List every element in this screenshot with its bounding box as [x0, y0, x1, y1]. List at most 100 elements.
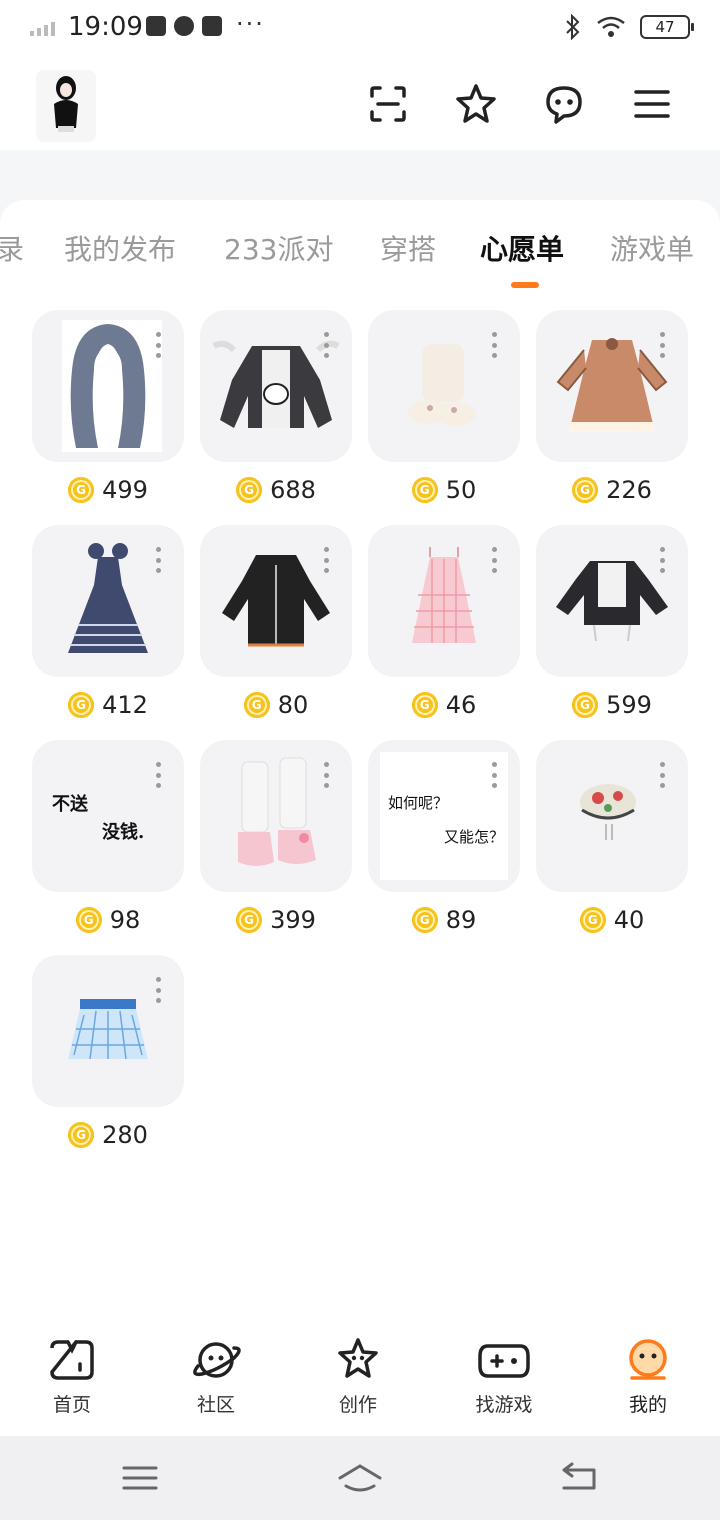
item-thumbnail [200, 525, 352, 677]
profile-face-icon [629, 1339, 667, 1380]
create-star-icon [338, 1338, 378, 1378]
wishlist-item[interactable]: G 599 [536, 525, 688, 721]
coin-icon: G [68, 1122, 95, 1148]
scan-icon[interactable] [364, 80, 412, 128]
nav-community-label: 社区 [196, 1394, 235, 1416]
price-value: 280 [102, 1121, 148, 1149]
sparkle-star-icon[interactable] [452, 80, 500, 128]
price-value: 599 [606, 691, 652, 719]
battery-indicator: 47 [640, 15, 694, 39]
coin-icon: G [236, 477, 263, 503]
wishlist-item[interactable]: G 226 [536, 310, 688, 506]
coin-icon: G [411, 907, 438, 933]
more-options-icon[interactable] [492, 332, 498, 358]
back-icon[interactable] [556, 1460, 604, 1496]
tab-records[interactable]: 录 [0, 228, 24, 268]
item-price: G 46 [368, 689, 520, 721]
note-card-background [380, 752, 508, 880]
item-price: G 89 [368, 904, 520, 936]
item-price: G 80 [200, 689, 352, 721]
more-options-icon[interactable] [156, 547, 162, 573]
wishlist-item[interactable]: G 280 [32, 955, 184, 1151]
item-thumbnail [536, 310, 688, 462]
wishlist-item[interactable]: G 50 [368, 310, 520, 506]
home-button-icon[interactable] [336, 1460, 384, 1496]
coin-icon: G [236, 907, 263, 933]
item-price: G 399 [200, 904, 352, 936]
price-value: 98 [109, 906, 141, 934]
price-value: 89 [445, 906, 477, 934]
nav-create[interactable]: 创作 [308, 1336, 408, 1417]
app-icon-2 [202, 16, 222, 36]
item-thumbnail [368, 310, 520, 462]
item-price: G 40 [536, 904, 688, 936]
wishlist-item[interactable]: G 412 [32, 525, 184, 721]
tab-my-posts[interactable]: 我的发布 [64, 228, 176, 268]
coin-icon: G [411, 692, 438, 718]
avatar-image [36, 70, 96, 142]
tab-wishlist[interactable]: 心愿单 [480, 228, 564, 268]
nav-find-games[interactable]: 找游戏 [454, 1336, 554, 1417]
more-options-icon[interactable] [660, 547, 666, 573]
system-navigation-bar [0, 1436, 720, 1520]
item-price: G 688 [200, 474, 352, 506]
coin-icon: G [68, 692, 95, 718]
more-options-icon[interactable] [156, 762, 162, 788]
wishlist-item[interactable]: G 46 [368, 525, 520, 721]
note-text-line-2: 没钱. [102, 822, 145, 843]
item-thumbnail [536, 525, 688, 677]
more-options-icon[interactable] [660, 332, 666, 358]
recent-apps-icon[interactable] [116, 1460, 164, 1496]
coin-icon: G [579, 907, 606, 933]
coin-icon: G [75, 907, 102, 933]
item-price: G 599 [536, 689, 688, 721]
item-thumbnail: 如何呢？ 又能怎？ [368, 740, 520, 892]
wifi-icon [597, 16, 625, 37]
note-text-line-1: 不送 [52, 794, 88, 815]
wishlist-item[interactable]: G 399 [200, 740, 352, 936]
more-options-icon[interactable] [324, 547, 330, 573]
message-bubble-icon[interactable] [540, 80, 588, 128]
tab-game-list[interactable]: 游戏单 [610, 228, 694, 268]
item-thumbnail [32, 310, 184, 462]
wishlist-item[interactable]: 如何呢？ 又能怎？ G 89 [368, 740, 520, 936]
note-text-line-2: 又能怎？ [444, 828, 505, 846]
nav-home-label: 首页 [52, 1394, 91, 1416]
nav-community[interactable]: 社区 [166, 1336, 266, 1417]
wishlist-item[interactable]: G 688 [200, 310, 352, 506]
message-icon [146, 16, 166, 36]
price-value: 50 [445, 476, 477, 504]
item-price: G 226 [536, 474, 688, 506]
avatar[interactable] [36, 70, 96, 142]
nav-me[interactable]: 我的 [598, 1336, 698, 1417]
item-thumbnail [200, 740, 352, 892]
gamepad-icon [478, 1344, 530, 1378]
more-options-icon[interactable] [660, 762, 666, 788]
price-value: 499 [102, 476, 148, 504]
more-options-icon[interactable] [156, 977, 162, 1003]
notification-icons [146, 16, 222, 36]
item-thumbnail [200, 310, 352, 462]
more-options-icon[interactable] [492, 547, 498, 573]
price-value: 226 [606, 476, 652, 504]
more-options-icon[interactable] [156, 332, 162, 358]
menu-icon[interactable] [628, 80, 676, 128]
wishlist-item[interactable]: G 40 [536, 740, 688, 936]
item-price: G 412 [32, 689, 184, 721]
nav-find-games-label: 找游戏 [475, 1394, 533, 1416]
price-value: 412 [102, 691, 148, 719]
nav-home[interactable]: 首页 [22, 1336, 122, 1417]
item-price: G 280 [32, 1119, 184, 1151]
wishlist-item[interactable]: G 499 [32, 310, 184, 506]
wishlist-item[interactable]: 不送 没钱. G 98 [32, 740, 184, 936]
profile-tabs: 录 我的发布 233派对 穿搭 心愿单 游戏单 [0, 228, 720, 284]
coin-icon: G [243, 692, 270, 718]
price-value: 688 [270, 476, 316, 504]
more-options-icon[interactable] [492, 762, 498, 788]
tab-233-party[interactable]: 233派对 [224, 228, 333, 268]
wishlist-item[interactable]: G 80 [200, 525, 352, 721]
tab-outfits[interactable]: 穿搭 [380, 228, 436, 268]
more-options-icon[interactable] [324, 332, 330, 358]
more-options-icon[interactable] [324, 762, 330, 788]
top-header [0, 58, 720, 154]
